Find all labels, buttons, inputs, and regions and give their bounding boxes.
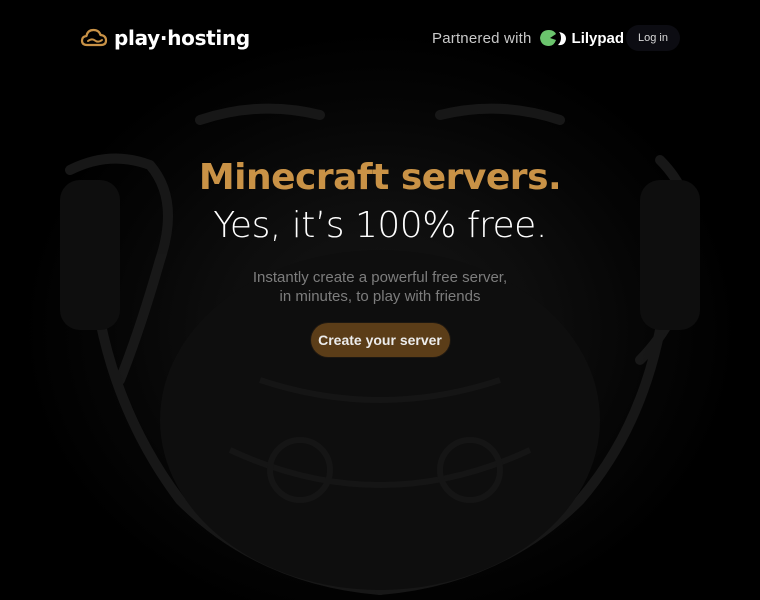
- partner-name: Lilypad: [571, 29, 625, 47]
- partner-label: Partnered with: [432, 29, 532, 47]
- site-header: play·hosting Partnered with Lilypad Log …: [0, 0, 760, 80]
- subtitle-line-2: in minutes, to play with friends: [279, 288, 481, 305]
- logo-link[interactable]: play·hosting: [80, 26, 250, 50]
- logo-text: play·hosting: [114, 26, 250, 50]
- headline-primary: Minecraft servers.: [198, 157, 562, 198]
- hero-section: Minecraft servers. Yes, it’s 100% free. …: [0, 150, 760, 357]
- hero-subtitle: Instantly create a powerful free server,…: [230, 268, 530, 306]
- login-button[interactable]: Log in: [626, 25, 680, 51]
- landing-page: play·hosting Partnered with Lilypad Log …: [0, 0, 760, 600]
- subtitle-line-1: Instantly create a powerful free server,: [252, 269, 508, 286]
- create-server-button[interactable]: Create your server: [310, 323, 450, 357]
- lilypad-leaf-icon: [539, 30, 566, 46]
- cloud-icon: [80, 28, 108, 47]
- headline-secondary: Yes, it’s 100% free.: [213, 205, 547, 246]
- partner-badge: Partnered with Lilypad: [432, 28, 624, 48]
